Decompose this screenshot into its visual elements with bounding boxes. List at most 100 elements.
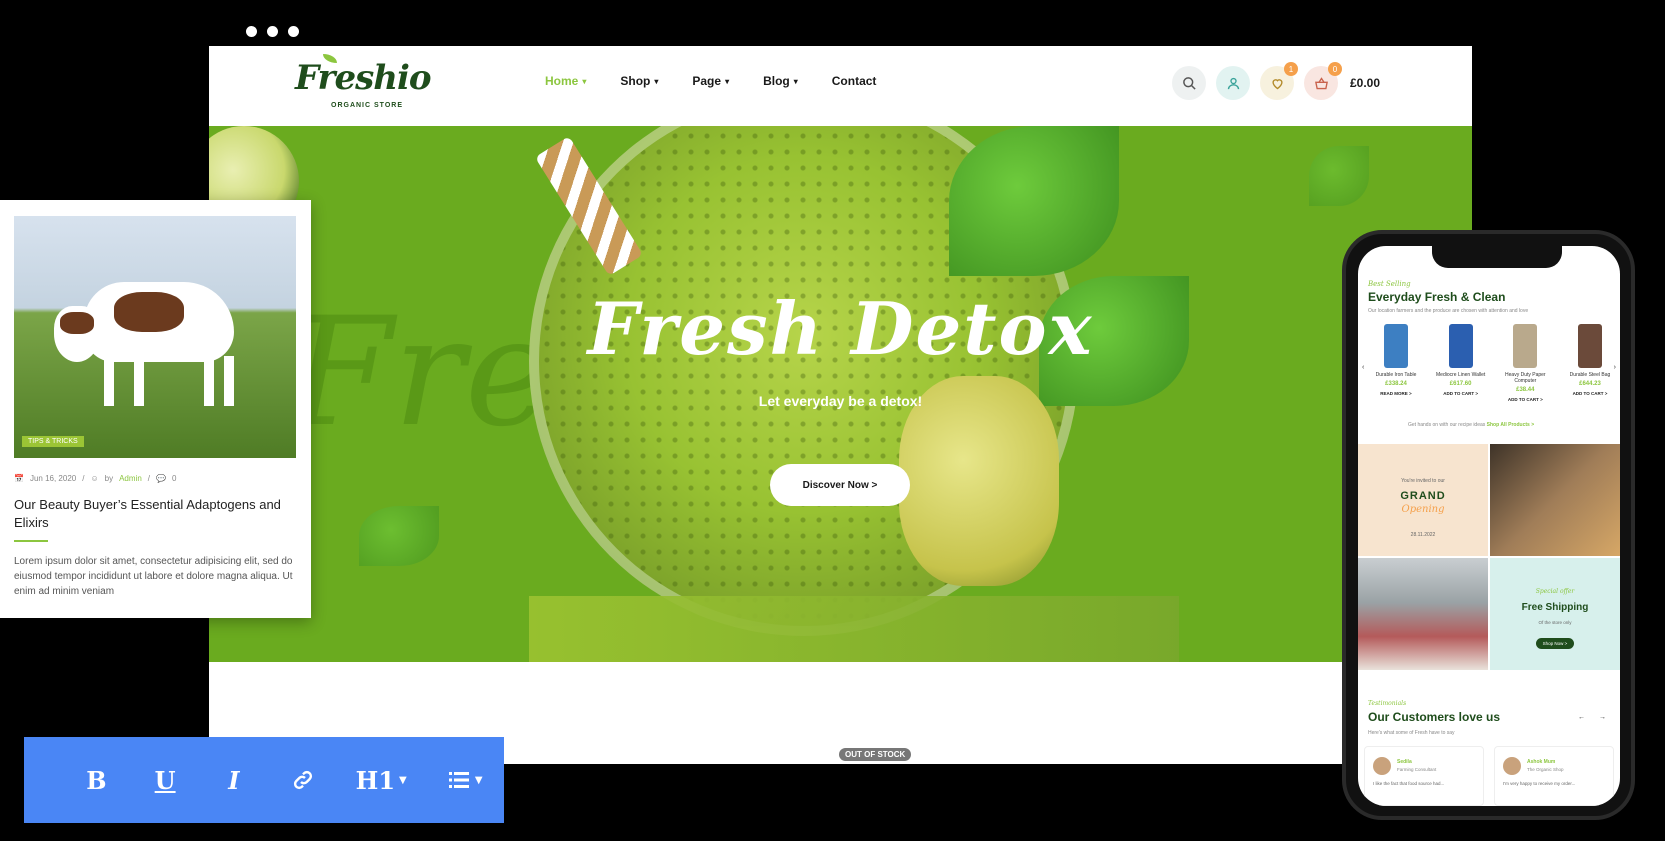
product-action[interactable]: ADD TO CART > <box>1433 391 1489 396</box>
testimonials-description: Here's what some of Fresh have to say <box>1368 730 1455 736</box>
blog-date: Jun 16, 2020 <box>29 474 77 483</box>
bold-button[interactable]: B <box>62 766 131 795</box>
grand-title: GRAND <box>1400 490 1446 502</box>
underline-button[interactable]: U <box>131 766 200 795</box>
cow-head <box>54 306 100 362</box>
testimonials-title: Our Customers love us <box>1368 710 1501 724</box>
product-price: £644.23 <box>1579 381 1601 387</box>
radish-photo-tile[interactable] <box>1358 558 1488 670</box>
hero-title: Fresh Detox <box>587 286 1094 371</box>
list-dropdown[interactable]: ▼ <box>425 768 504 792</box>
product-action[interactable]: READ MORE > <box>1368 391 1424 396</box>
caret-down-icon: ▼ <box>474 774 483 786</box>
window-controls <box>246 26 299 37</box>
search-button[interactable] <box>1172 66 1206 100</box>
product-price: £617.60 <box>1449 381 1472 387</box>
cart-button[interactable]: 0 <box>1304 62 1342 100</box>
blog-title[interactable]: Our Beauty Buyer’s Essential Adaptogens … <box>14 496 304 532</box>
product-image[interactable] <box>1384 324 1408 368</box>
blog-image[interactable] <box>14 216 296 458</box>
desktop-browser: Freshio ORGANIC STORE Home ▾ Shop ▾ Page… <box>209 46 1472 764</box>
product-name[interactable]: Heavy Duty Paper Computer <box>1497 372 1553 384</box>
heart-icon <box>1271 78 1283 89</box>
nav-item-blog[interactable]: Blog ▾ <box>763 74 798 88</box>
product-card[interactable]: Durable Iron Table £338.24 READ MORE > <box>1368 320 1424 402</box>
shop-all-link[interactable]: Shop All Products > <box>1487 422 1534 428</box>
ship-title: Free Shipping <box>1521 602 1589 613</box>
nav-item-page[interactable]: Page ▾ <box>692 74 729 88</box>
product-image[interactable] <box>1577 324 1602 368</box>
grand-date: 28.11.2022 <box>1410 532 1436 538</box>
wishlist-button[interactable]: 1 <box>1260 62 1298 100</box>
leaf-image <box>359 506 439 566</box>
editor-toolbar: B U I H1 ▼ ▼ <box>24 737 504 823</box>
testimonials-list: Sedila Farming Consultant I like the fac… <box>1364 746 1614 806</box>
chevron-down-icon: ▾ <box>654 76 659 86</box>
hero-banner: Fresh Fresh Detox Let everyday be a deto… <box>209 126 1472 662</box>
avatar <box>1373 757 1391 775</box>
testimonial-card: Ashok Mum The Organic Shop I'm very happ… <box>1494 746 1614 806</box>
cow-body <box>84 282 234 362</box>
product-card[interactable]: Durable Steel Bag £644.23 ADD TO CART > <box>1562 320 1618 402</box>
product-name[interactable]: Durable Iron Table <box>1368 372 1424 378</box>
free-shipping-tile[interactable]: Special offer Free Shipping Of the store… <box>1490 558 1620 670</box>
nav-item-shop[interactable]: Shop ▾ <box>620 74 658 88</box>
review-text: I like the fact that food source had... <box>1373 781 1445 786</box>
product-image[interactable] <box>1513 324 1538 368</box>
product-action[interactable]: ADD TO CART > <box>1497 397 1553 402</box>
nav-label: Blog <box>763 74 790 88</box>
grand-opening-tile[interactable]: You're invited to our GRAND Opening 28.1… <box>1358 444 1488 556</box>
product-name[interactable]: Mediocre Linen Wallet <box>1433 372 1489 378</box>
hero-strip <box>529 596 1179 662</box>
blog-card[interactable]: TIPS & TRICKS 📅 Jun 16, 2020 / ☺ by Admi… <box>0 200 311 618</box>
user-icon <box>1227 77 1239 89</box>
nav-label: Page <box>692 74 722 88</box>
link-button[interactable] <box>268 768 337 792</box>
phone-notch <box>1432 246 1562 268</box>
window-dot[interactable] <box>288 26 299 37</box>
nav-label: Home <box>545 74 579 88</box>
account-button[interactable] <box>1216 66 1250 100</box>
user-icon: ☺ <box>90 474 99 483</box>
meta-separator: / <box>147 474 151 483</box>
comment-icon: 💬 <box>156 474 166 483</box>
mobile-phone-mockup: Best Selling Everyday Fresh & Clean Our … <box>1342 230 1635 820</box>
meta-separator: / <box>82 474 85 483</box>
chevron-down-icon: ▾ <box>725 76 730 86</box>
blog-author[interactable]: Admin <box>119 474 142 483</box>
italic-button[interactable]: I <box>200 766 269 795</box>
product-action[interactable]: ADD TO CART > <box>1562 391 1618 396</box>
window-dot[interactable] <box>246 26 257 37</box>
chevron-left-icon[interactable]: ‹ <box>1362 364 1364 371</box>
discover-now-button[interactable]: Discover Now > <box>770 464 910 506</box>
blog-comments-count[interactable]: 0 <box>172 474 176 483</box>
arrow-right-icon[interactable]: → <box>1599 714 1606 721</box>
mint-leaves-image <box>949 126 1119 276</box>
list-icon <box>448 772 469 788</box>
calendar-icon: 📅 <box>14 474 24 483</box>
heading-dropdown[interactable]: H1 ▼ <box>337 766 425 795</box>
product-name[interactable]: Durable Steel Bag <box>1562 372 1618 378</box>
cow-leg <box>204 356 214 406</box>
blog-category-tag[interactable]: TIPS & TRICKS <box>22 436 84 447</box>
shop-now-button[interactable]: Shop Now > <box>1536 638 1574 649</box>
site-logo[interactable]: Freshio ORGANIC STORE <box>295 54 432 118</box>
window-dot[interactable] <box>267 26 278 37</box>
product-price: £38.44 <box>1516 387 1535 393</box>
product-image[interactable] <box>1448 324 1473 368</box>
cart-total[interactable]: £0.00 <box>1350 76 1380 90</box>
phone-screen: Best Selling Everyday Fresh & Clean Our … <box>1358 246 1620 806</box>
product-card[interactable]: Heavy Duty Paper Computer £38.44 ADD TO … <box>1497 320 1553 402</box>
nav-item-home[interactable]: Home ▾ <box>545 74 586 88</box>
product-card[interactable]: Mediocre Linen Wallet £617.60 ADD TO CAR… <box>1433 320 1489 402</box>
chevron-down-icon: ▾ <box>793 76 798 86</box>
reviewer-role: The Organic Shop <box>1527 767 1564 772</box>
recipe-note: Get hands on with our recipe ideas Shop … <box>1408 422 1534 428</box>
nav-label: Contact <box>831 74 877 88</box>
arrow-left-icon[interactable]: ← <box>1578 714 1585 721</box>
cow-leg <box>134 356 144 406</box>
nav-item-contact[interactable]: Contact <box>832 74 877 88</box>
grand-kicker: You're invited to our <box>1401 478 1445 484</box>
food-photo-tile[interactable] <box>1490 444 1620 556</box>
ship-kicker: Special offer <box>1535 588 1575 595</box>
